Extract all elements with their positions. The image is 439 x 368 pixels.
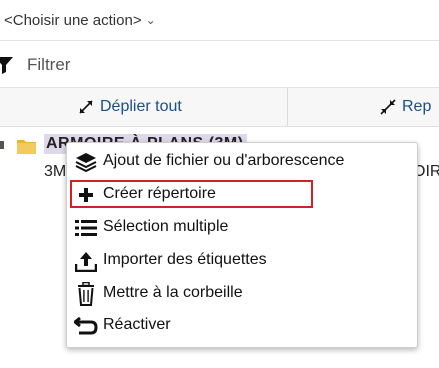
file-manager-panel: <Choisir une action> ⌄ Filtrer Déplier t… [0, 0, 439, 368]
menu-item-label: Réactiver [103, 316, 171, 333]
menu-item-label: Importer des étiquettes [103, 251, 267, 268]
chevron-down-icon: ⌄ [145, 13, 156, 27]
expand-icon [79, 100, 93, 114]
menu-item-move-to-trash[interactable]: Mettre à la corbeille [67, 279, 417, 309]
tree-node-sublabel: 3M [44, 163, 67, 180]
expand-caret-icon[interactable] [0, 141, 4, 149]
menu-item-reactivate[interactable]: Réactiver [67, 311, 417, 341]
plus-icon [73, 183, 99, 207]
toolbar-divider [287, 88, 288, 126]
action-dropdown-label: <Choisir une action> [4, 11, 142, 29]
filter-icon [0, 55, 14, 80]
menu-item-multi-select[interactable]: Sélection multiple [67, 213, 417, 243]
filter-bar[interactable]: Filtrer [0, 41, 439, 88]
menu-item-label: Créer répertoire [103, 185, 216, 202]
upload-icon [73, 249, 99, 273]
menu-item-label: Ajout de fichier ou d'arborescence [103, 152, 345, 169]
expand-all-label: Déplier tout [100, 98, 182, 115]
filter-input[interactable]: Filtrer [27, 55, 70, 75]
expand-all-button[interactable]: Déplier tout [78, 88, 182, 126]
menu-item-label: Mettre à la corbeille [103, 284, 243, 301]
tree-toolbar: Déplier tout Rep [0, 88, 439, 127]
action-dropdown[interactable]: <Choisir une action> ⌄ [0, 0, 439, 41]
menu-item-add-file[interactable]: Ajout de fichier ou d'arborescence [67, 147, 417, 177]
menu-item-label: Sélection multiple [103, 218, 229, 235]
collapse-icon [380, 99, 396, 115]
trash-icon [73, 282, 99, 306]
collapse-all-label: Rep [402, 98, 432, 115]
menu-item-create-folder[interactable]: Créer répertoire [67, 180, 417, 210]
folder-icon [16, 136, 38, 161]
menu-item-import-tags[interactable]: Importer des étiquettes [67, 246, 417, 276]
collapse-all-button[interactable]: Rep [380, 88, 431, 126]
list-icon [73, 216, 99, 240]
layers-icon [73, 150, 99, 174]
undo-icon [73, 314, 99, 338]
context-menu: Ajout de fichier ou d'arborescence Créer… [66, 142, 418, 348]
